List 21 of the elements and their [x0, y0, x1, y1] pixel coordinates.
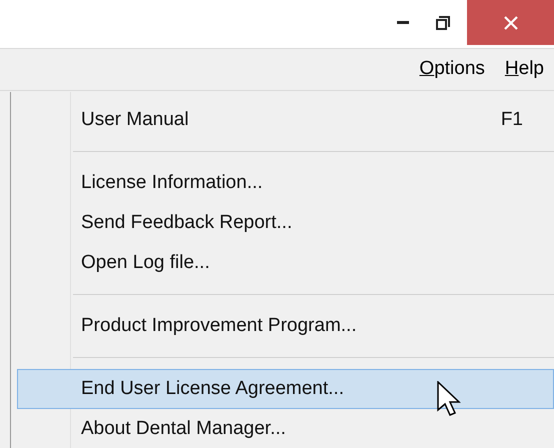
- close-icon: [504, 16, 518, 30]
- menu-bar-item[interactable]: Options: [413, 51, 491, 88]
- menu-item-label: License Information...: [81, 170, 263, 195]
- menu-item[interactable]: End User License Agreement...: [17, 369, 554, 409]
- menu-item[interactable]: Open Log file...: [17, 243, 554, 283]
- menu-item-label: Open Log file...: [81, 250, 210, 275]
- menu-item-label: Send Feedback Report...: [81, 210, 292, 235]
- shortcut-label: F1: [500, 108, 523, 132]
- menu-item-label: User Manual: [81, 108, 189, 132]
- menu-item[interactable]: User Manual F1: [17, 100, 554, 140]
- menu-bar-item[interactable]: Help: [498, 51, 550, 88]
- menu-item-label: About Dental Manager...: [81, 416, 286, 441]
- menu-item[interactable]: License Information...: [17, 163, 554, 203]
- restore-icon: [436, 16, 450, 30]
- mouse-pointer-icon: [437, 381, 463, 417]
- menu-item-label: End User License Agreement...: [81, 376, 344, 401]
- menu-item[interactable]: Product Improvement Program...: [17, 306, 554, 346]
- menu-item-label: Product Improvement Program...: [81, 314, 357, 338]
- menu-item[interactable]: About Dental Manager...: [17, 409, 554, 448]
- minimize-icon: [397, 20, 409, 24]
- menu-item[interactable]: Send Feedback Report...: [17, 203, 554, 243]
